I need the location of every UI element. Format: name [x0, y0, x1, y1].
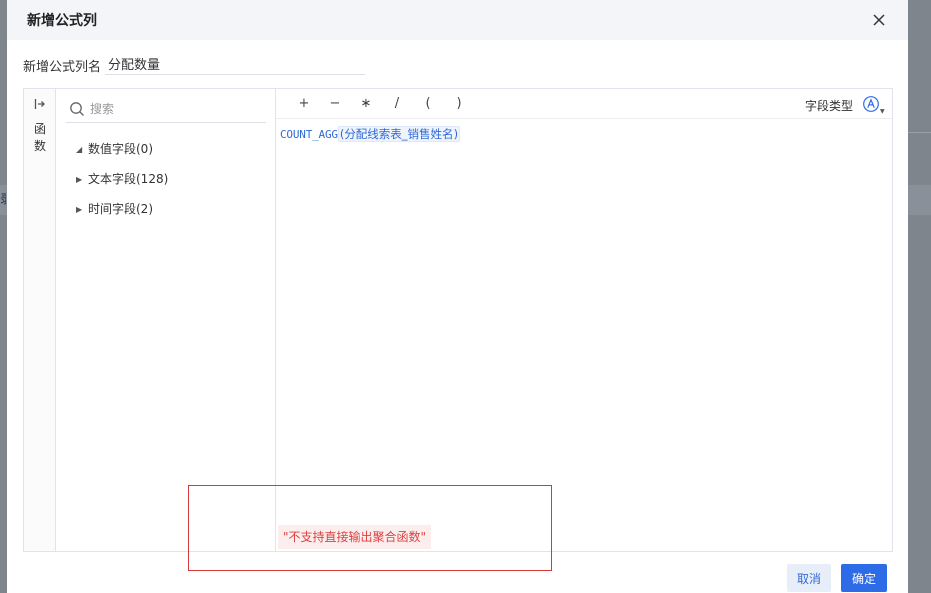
field-panel: ◢ 数值字段(0) ▶ 文本字段(128) ▶ 时间字段(2) [56, 89, 276, 551]
field-type-label: 字段类型 [805, 99, 854, 113]
caret-collapsed-icon: ▶ [76, 205, 83, 214]
formula-argument: 分配线索表_销售姓名 [344, 127, 454, 141]
tree-group-label: 时间字段(2) [88, 202, 153, 216]
chevron-down-icon: ▼ [880, 108, 885, 115]
cancel-button[interactable]: 取消 [787, 564, 831, 592]
plus-operator-button[interactable]: + [294, 94, 314, 114]
tree-group-time[interactable]: ▶ 时间字段(2) [76, 200, 153, 218]
tree-group-numeric[interactable]: ◢ 数值字段(0) [76, 140, 153, 158]
caret-expanded-icon: ◢ [76, 145, 83, 154]
formula-editor: 函数 ◢ 数值字段(0) ▶ 文本字段(128) ▶ 时间字段(2) + − [23, 88, 893, 552]
function-label: 函数 [34, 122, 47, 153]
search-icon [70, 102, 84, 116]
field-search-input[interactable] [90, 99, 264, 119]
confirm-button[interactable]: 确定 [841, 564, 887, 592]
caret-collapsed-icon: ▶ [76, 175, 83, 184]
background-text-fragment: 录 [0, 190, 6, 206]
dialog-title: 新增公式列 [27, 13, 97, 29]
minus-operator-button[interactable]: − [325, 94, 345, 114]
multiply-operator-button[interactable]: ∗ [356, 94, 376, 114]
open-paren-button[interactable]: ( [418, 94, 438, 114]
dialog-header: 新增公式列 [7, 0, 908, 40]
formula-field-token[interactable]: (分配线索表_销售姓名) [337, 126, 461, 142]
function-panel-toggle[interactable]: 函数 [24, 89, 56, 551]
formula-column-dialog: 新增公式列 新增公式列名 函数 ◢数值字段(0) ▶文本字段(1 [7, 0, 908, 593]
background-divider [908, 132, 931, 133]
close-paren-button[interactable]: ) [449, 94, 469, 114]
close-icon[interactable] [869, 10, 889, 30]
formula-function-name: COUNT_AGG [280, 128, 338, 141]
search-underline [66, 122, 266, 123]
circled-a-icon[interactable] [862, 95, 880, 113]
formula-area: + − ∗ / ( ) 字段类型 ▼ COUNT_AGG (分配线索表_销售姓名)… [276, 89, 892, 551]
tree-group-label: 文本字段(128) [88, 172, 169, 186]
tree-group-text[interactable]: ▶ 文本字段(128) [76, 170, 168, 188]
operator-toolbar: + − ∗ / ( ) 字段类型 ▼ [276, 89, 892, 119]
formula-expression[interactable]: COUNT_AGG (分配线索表_销售姓名) [280, 126, 461, 142]
tree-group-label: 数值字段(0) [88, 142, 153, 156]
error-message: "不支持直接输出聚合函数" [278, 525, 432, 549]
expand-arrow-icon [34, 99, 45, 109]
formula-close-paren: ) [453, 127, 459, 141]
column-name-label: 新增公式列名 [23, 60, 102, 75]
column-name-input[interactable] [105, 52, 365, 75]
divide-operator-button[interactable]: / [387, 94, 407, 114]
